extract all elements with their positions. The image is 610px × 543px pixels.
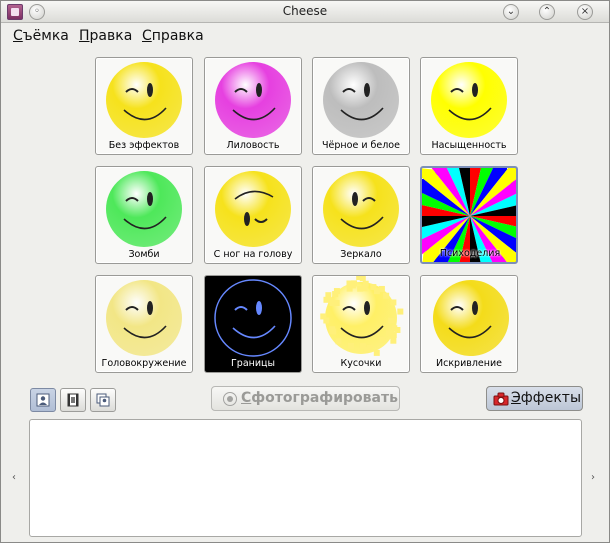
effect-tile-saturation[interactable]: Насыщенность [420, 57, 518, 155]
minimize-button[interactable]: ⌄ [503, 4, 519, 20]
effect-tile-vertical-flip[interactable]: С ног на голову [204, 166, 302, 264]
close-button[interactable]: × [577, 4, 593, 20]
effect-tile-mauve[interactable]: Лиловость [204, 57, 302, 155]
video-mode-icon [66, 393, 80, 407]
effect-label: Психоделия [422, 248, 518, 259]
take-photo-label: Сфотографировать [241, 390, 398, 406]
effect-tile-no-effect[interactable]: Без эффектов [95, 57, 193, 155]
menu-help-label: правка [152, 28, 204, 44]
title-bar[interactable]: ◦ Cheese ⌄ ⌃ × [1, 1, 609, 23]
effect-tile-edge[interactable]: Границы [204, 275, 302, 373]
close-icon: × [581, 6, 589, 17]
effect-tile-vertigo[interactable]: Головокружение [95, 275, 193, 373]
menu-help-accel: С [142, 28, 152, 44]
effect-label: Чёрное и белое [313, 140, 409, 151]
menu-capture-accel: С [13, 28, 23, 44]
video-mode-button[interactable] [60, 388, 86, 412]
effect-label: Насыщенность [421, 140, 517, 151]
cheese-window: ◦ Cheese ⌄ ⌃ × Съёмка Правка Справка Без… [0, 0, 610, 543]
effect-tile-horizontal-flip[interactable]: Зеркало [312, 166, 410, 264]
menu-bar: Съёмка Правка Справка [1, 25, 609, 47]
effects-icon [493, 392, 509, 406]
take-photo-button[interactable]: Сфотографировать [211, 386, 400, 411]
effect-tile-hulk[interactable]: Зомби [95, 166, 193, 264]
menu-edit-label: равка [90, 28, 133, 44]
menu-capture[interactable]: Съёмка [13, 28, 69, 44]
menu-edit[interactable]: Правка [79, 28, 132, 44]
effect-label: Границы [205, 358, 301, 369]
record-icon [223, 392, 237, 406]
chevron-down-icon: ⌄ [507, 6, 515, 17]
effect-tile-warp[interactable]: Искривление [420, 275, 518, 373]
effect-label: Головокружение [96, 358, 192, 369]
effects-label: Эффекты [511, 390, 581, 406]
effects-grid: Без эффектов Лиловость Чёрное и белое Насыщ… [95, 57, 519, 373]
photo-mode-button[interactable] [30, 388, 56, 412]
burst-mode-button[interactable] [90, 388, 116, 412]
effect-label: Зомби [96, 249, 192, 260]
effects-toggle-button[interactable]: Эффекты [486, 386, 583, 411]
photo-mode-icon [36, 393, 50, 407]
effect-label: Лиловость [205, 140, 301, 151]
effect-label: С ног на голову [205, 249, 301, 260]
maximize-button[interactable]: ⌃ [539, 4, 555, 20]
menu-capture-label: ъёмка [23, 28, 69, 44]
scroll-left-arrow[interactable]: ‹ [12, 472, 16, 483]
effect-label: Без эффектов [96, 140, 192, 151]
scroll-right-arrow[interactable]: › [591, 472, 595, 483]
effect-tile-dice[interactable]: Кусочки [312, 275, 410, 373]
menu-help[interactable]: Справка [142, 28, 204, 44]
menu-edit-accel: П [79, 28, 90, 44]
effect-tile-noir[interactable]: Чёрное и белое [312, 57, 410, 155]
thumbnails-area[interactable] [29, 419, 582, 537]
effect-label: Кусочки [313, 358, 409, 369]
chevron-up-icon: ⌃ [543, 6, 551, 17]
effect-tile-shagadelic[interactable]: Психоделия [420, 166, 518, 264]
burst-mode-icon [96, 393, 110, 407]
effect-label: Искривление [421, 358, 517, 369]
effect-label: Зеркало [313, 249, 409, 260]
